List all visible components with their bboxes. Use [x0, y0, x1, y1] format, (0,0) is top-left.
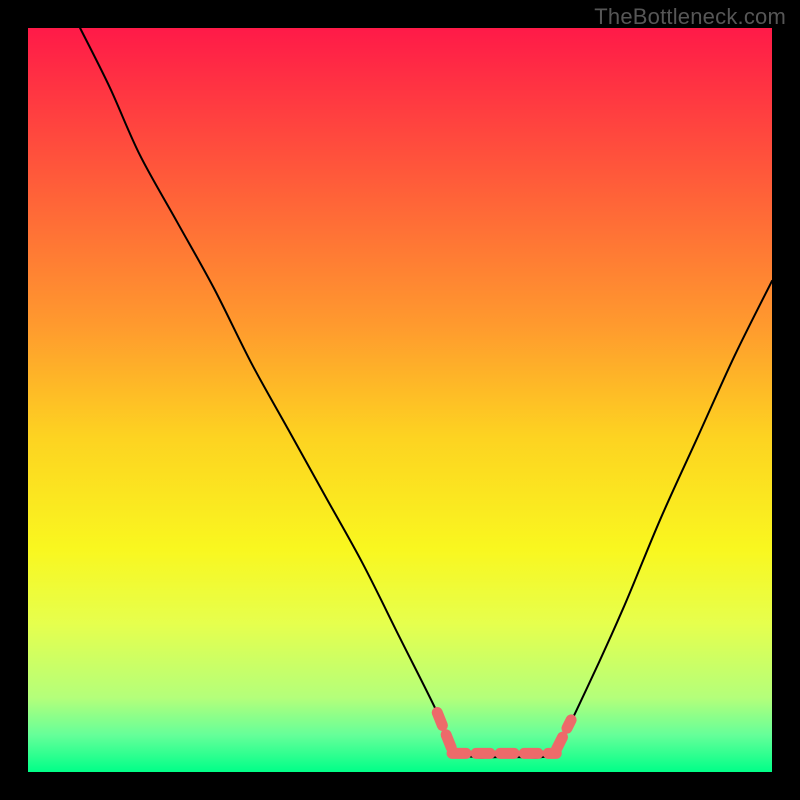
plot-background: [28, 28, 772, 772]
bottleneck-chart: [0, 0, 800, 800]
watermark-text: TheBottleneck.com: [594, 4, 786, 30]
chart-frame: TheBottleneck.com: [0, 0, 800, 800]
